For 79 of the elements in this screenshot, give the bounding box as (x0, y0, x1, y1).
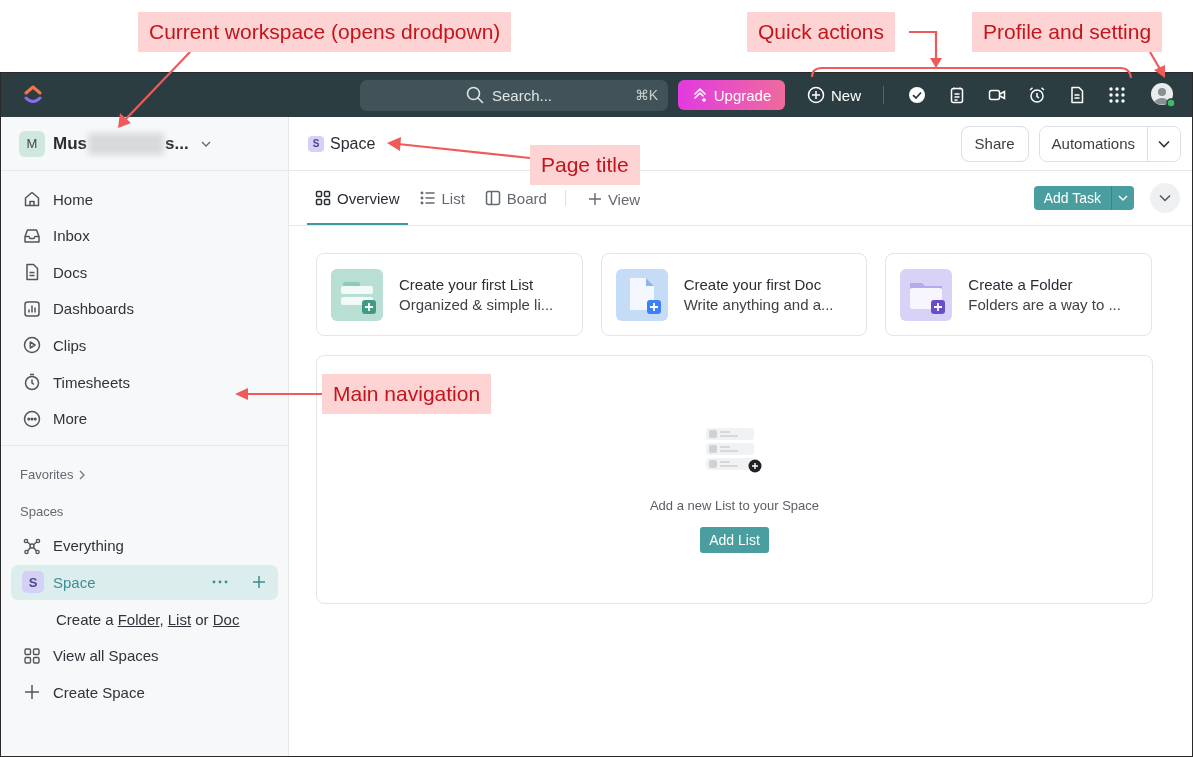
document-icon (615, 268, 668, 321)
sidebar-item[interactable]: View all Spaces (11, 638, 278, 674)
add-view-button[interactable]: View (579, 186, 649, 212)
avatar[interactable] (1150, 82, 1176, 108)
page-title: Space (330, 134, 376, 153)
view-tab[interactable]: List (411, 171, 473, 225)
more-icon (23, 409, 41, 428)
create-hint-text: Create a Folder, List or Doc (56, 610, 240, 628)
search-placeholder: Search... (492, 86, 552, 104)
logo-icon (24, 85, 42, 105)
inbox-icon (23, 226, 41, 245)
nav-item[interactable]: Clips (11, 327, 278, 363)
plus-icon (23, 683, 41, 702)
empty-state-message: Add a new List to your Space (649, 498, 820, 513)
search-icon (466, 86, 484, 104)
chevron-down-icon (1118, 195, 1128, 201)
folder-icon (900, 268, 953, 321)
create-link[interactable]: Doc (212, 610, 240, 628)
home-icon (23, 190, 41, 209)
create-card[interactable]: Create your first Doc Write anything and a... (600, 253, 868, 336)
space-item[interactable]: Everything (11, 528, 278, 564)
nav-item[interactable]: Timesheets (11, 364, 278, 400)
collapse-button[interactable] (1150, 183, 1180, 213)
nav-item[interactable]: Inbox (11, 218, 278, 254)
view-tab[interactable]: Overview (307, 171, 408, 225)
chevron-down-icon (200, 140, 211, 147)
annotation-label: Profile and setting (972, 12, 1163, 52)
workspace-name-end: s... (165, 133, 189, 154)
plus-circle-icon (807, 86, 825, 104)
document-icon (23, 263, 41, 282)
nav-item[interactable]: Docs (11, 254, 278, 290)
card-description: Organized & simple li... (399, 296, 554, 313)
new-button[interactable]: New (803, 86, 865, 104)
create-card[interactable]: Create a Folder Folders are a way to ... (885, 253, 1152, 336)
annotation-label: Current workspace (opens drodpown) (138, 12, 512, 52)
play-circle-icon (23, 336, 41, 355)
nav-item[interactable]: Home (11, 181, 278, 217)
section-heading: Spaces (19, 502, 65, 521)
search-field[interactable]: Search... ⌘K (360, 79, 668, 111)
plus-icon (587, 192, 602, 206)
more-icon[interactable] (212, 580, 228, 585)
annotation-label: Quick actions (747, 12, 896, 52)
annotation-arrow (1149, 51, 1165, 78)
shortcut-hint: ⌘K (634, 87, 658, 103)
workspace-name-start: Mus (53, 133, 87, 154)
space-badge: S (308, 135, 324, 152)
annotation-label: Page title (530, 145, 640, 185)
annotation-label: Main navigation (322, 374, 492, 414)
space-item[interactable]: S Space (11, 564, 278, 600)
grid-icon (315, 190, 331, 206)
network-icon (23, 536, 41, 555)
chevron-down-icon (1159, 194, 1171, 202)
bar-chart-icon (23, 299, 41, 318)
space-badge: S (22, 571, 44, 594)
card-description: Write anything and a... (683, 296, 834, 313)
list-icon (331, 268, 383, 321)
chevron-right-icon (79, 469, 86, 480)
nav-item[interactable]: Dashboards (11, 291, 278, 327)
automations-button[interactable]: Automations (1039, 126, 1148, 161)
create-link[interactable]: List (167, 610, 192, 628)
stopwatch-icon (23, 373, 41, 392)
card-title: Create your first Doc (683, 276, 823, 293)
list-icon (419, 190, 436, 206)
card-description: Folders are a way to ... (968, 296, 1121, 313)
chevron-down-icon (1158, 139, 1170, 148)
nav-item[interactable]: More (11, 401, 278, 437)
favorites-link[interactable]: Favorites (1, 445, 288, 484)
board-icon (484, 190, 501, 206)
create-link[interactable]: Folder (117, 610, 160, 628)
create-card[interactable]: Create your first List Organized & simple li... (316, 253, 583, 336)
annotation-arrow (909, 30, 942, 68)
share-button[interactable]: Share (960, 125, 1029, 162)
card-title: Create a Folder (968, 276, 1074, 293)
workspace-switcher[interactable]: M Mus s... (1, 117, 288, 171)
sparkle-icon (691, 87, 708, 103)
sidebar-item[interactable]: Create Space (11, 674, 278, 710)
grid-icon (23, 646, 41, 665)
workspace-avatar: M (19, 130, 45, 157)
card-title: Create your first List (399, 276, 535, 293)
